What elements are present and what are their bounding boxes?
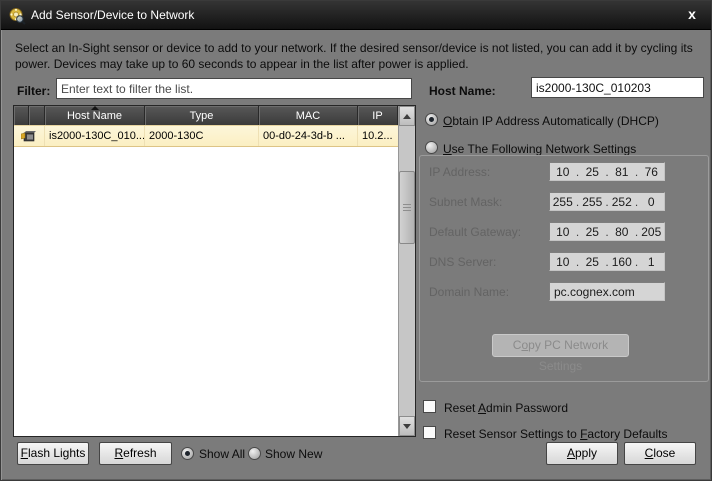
device-table: Host Name Type MAC IP is2000-130C_ [13, 105, 416, 437]
radio-use-network-settings-label[interactable]: Use The Following Network Settings [443, 142, 636, 156]
reset-factory-defaults-label[interactable]: Reset Sensor Settings to Factory Default… [444, 427, 667, 441]
radio-show-all[interactable] [181, 447, 194, 460]
default-gateway-field: 10.25.80.205 [549, 222, 665, 241]
title-bar: Add Sensor/Device to Network x [1, 1, 711, 30]
reset-admin-password-checkbox[interactable] [423, 400, 436, 413]
ip-address-field: 10.25.81.76 [549, 162, 665, 181]
scroll-thumb[interactable] [399, 171, 415, 244]
cell-ip: 10.2... [358, 126, 398, 146]
refresh-button[interactable]: Refresh [99, 442, 172, 465]
column-host-name-header[interactable]: Host Name [45, 106, 145, 125]
reset-factory-defaults-checkbox[interactable] [423, 426, 436, 439]
cell-mac: 00-d0-24-3d-b ... [259, 126, 358, 146]
sensor-camera-icon [14, 126, 45, 146]
radio-obtain-dhcp[interactable] [425, 113, 438, 126]
apply-button[interactable]: Apply [546, 442, 618, 465]
dns-server-label: DNS Server: [429, 255, 496, 269]
subnet-mask-field: 255.255.252.0 [549, 192, 665, 211]
default-gateway-label: Default Gateway: [429, 225, 521, 239]
filter-input[interactable] [56, 78, 412, 99]
intro-text: Select an In-Sight sensor or device to a… [15, 40, 703, 72]
radio-show-new-label[interactable]: Show New [265, 447, 322, 461]
column-mac-header[interactable]: MAC [259, 106, 358, 125]
flash-lights-button[interactable]: Flash Lights [17, 442, 89, 465]
sort-ascending-icon [91, 106, 99, 110]
host-name-label: Host Name: [429, 84, 496, 98]
cell-type: 2000-130C [145, 126, 259, 146]
close-button[interactable]: Close [624, 442, 696, 465]
subnet-mask-label: Subnet Mask: [429, 195, 502, 209]
column-blank-header[interactable] [14, 106, 29, 125]
copy-pc-network-settings-button: Copy PC Network Settings [492, 334, 629, 357]
host-name-input[interactable] [531, 77, 704, 98]
window-title: Add Sensor/Device to Network [31, 1, 194, 30]
radio-show-all-label[interactable]: Show All [199, 447, 245, 461]
radio-show-new[interactable] [248, 447, 261, 460]
ip-address-label: IP Address: [429, 165, 490, 179]
radio-obtain-dhcp-label[interactable]: Obtain IP Address Automatically (DHCP) [443, 114, 659, 128]
cell-host-name: is2000-130C_010... [45, 126, 145, 146]
column-type-header[interactable]: Type [145, 106, 259, 125]
add-sensor-dialog: Add Sensor/Device to Network x Select an… [0, 0, 712, 481]
column-ip-header[interactable]: IP [358, 106, 398, 125]
domain-name-field: pc.cognex.com [549, 282, 665, 301]
scroll-up-button[interactable] [399, 106, 415, 126]
filter-label: Filter: [17, 84, 50, 98]
column-icon-header[interactable] [29, 106, 45, 125]
scroll-down-button[interactable] [399, 416, 415, 436]
device-row-selected[interactable]: is2000-130C_010... 2000-130C 00-d0-24-3d… [14, 125, 398, 147]
insight-explorer-icon [8, 7, 26, 25]
radio-use-network-settings[interactable] [425, 141, 438, 154]
close-icon[interactable]: x [682, 5, 702, 25]
domain-name-label: Domain Name: [429, 285, 509, 299]
vertical-scrollbar[interactable] [398, 106, 415, 436]
reset-admin-password-label[interactable]: Reset Admin Password [444, 401, 568, 415]
dns-server-field: 10.25.160.1 [549, 252, 665, 271]
table-header: Host Name Type MAC IP [14, 106, 398, 125]
